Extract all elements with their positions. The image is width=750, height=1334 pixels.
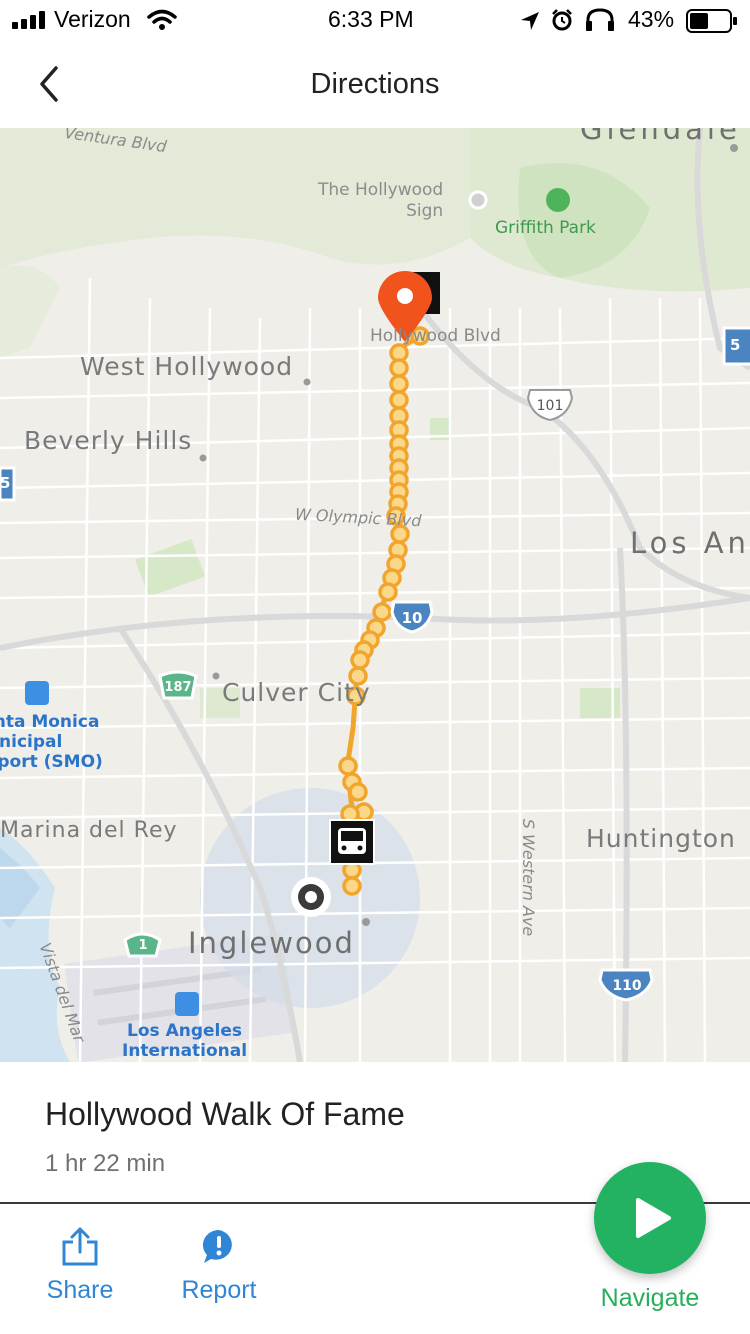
trip-duration: 1 hr 22 min [45,1150,166,1177]
navigate-label: Navigate [600,1284,700,1312]
play-icon [636,1198,671,1238]
report-icon [202,1229,232,1263]
highway-shield-5: 5 [0,474,11,492]
map-label-city: Huntington [586,824,736,853]
map-label-city: Culver City [222,678,371,707]
report-button[interactable]: Report [172,1226,266,1305]
navigate-button[interactable] [594,1162,706,1274]
map-label-airport: Los Angeles International [122,1021,248,1061]
map-label-city: Marina del Rey [0,818,178,843]
headphones-icon [586,8,614,31]
navigation-bar: Directions [0,40,750,129]
park-icon [546,188,570,212]
map-label-park: Griffith Park [495,218,596,238]
status-bar: Verizon 6:33 PM 43% [0,0,750,40]
map-label-road: Hollywood Blvd [370,326,501,346]
map-label-poi: The Hollywood Sign [318,180,444,221]
navigate-label-button[interactable]: Navigate [590,1284,710,1313]
wifi-icon [147,9,177,30]
battery-icon [686,9,737,33]
map-label-road: S Western Ave [519,818,539,937]
map-label-city: West Hollywood [80,352,294,381]
highway-shield-187: 187 [164,680,192,695]
page-title: Directions [310,68,440,100]
highway-shield-110: 110 [612,978,642,994]
share-button[interactable]: Share [38,1226,122,1305]
route-map[interactable]: Ventura Blvd Glendale The Hollywood Sign… [0,128,750,1062]
share-label: Share [46,1276,114,1304]
map-label-city: Beverly Hills [24,426,193,455]
map-label-city: Glendale [580,128,741,146]
highway-shield-5: 5 [730,336,741,354]
highway-shield-10: 10 [401,609,423,627]
map-canvas [0,128,750,1062]
bus-stop-icon [329,819,375,865]
report-label: Report [181,1276,257,1304]
map-label-city: Inglewood [188,926,355,960]
destination-name: Hollywood Walk Of Fame [45,1096,405,1132]
highway-shield-1: 1 [138,938,148,953]
carrier-name: Verizon [54,6,131,32]
airport-icon-smo [25,681,49,705]
airport-icon-lax [175,992,199,1016]
alarm-icon [552,9,572,31]
location-arrow-icon [521,12,539,30]
battery-percent: 43% [628,6,675,32]
status-time: 6:33 PM [328,6,414,32]
share-icon [62,1227,98,1266]
map-label-airport: Santa Monica Municipal Airport (SMO) [0,712,103,772]
highway-shield-101: 101 [536,398,564,414]
map-label-city: Los Angeles [630,526,750,560]
signal-icon [12,11,45,29]
